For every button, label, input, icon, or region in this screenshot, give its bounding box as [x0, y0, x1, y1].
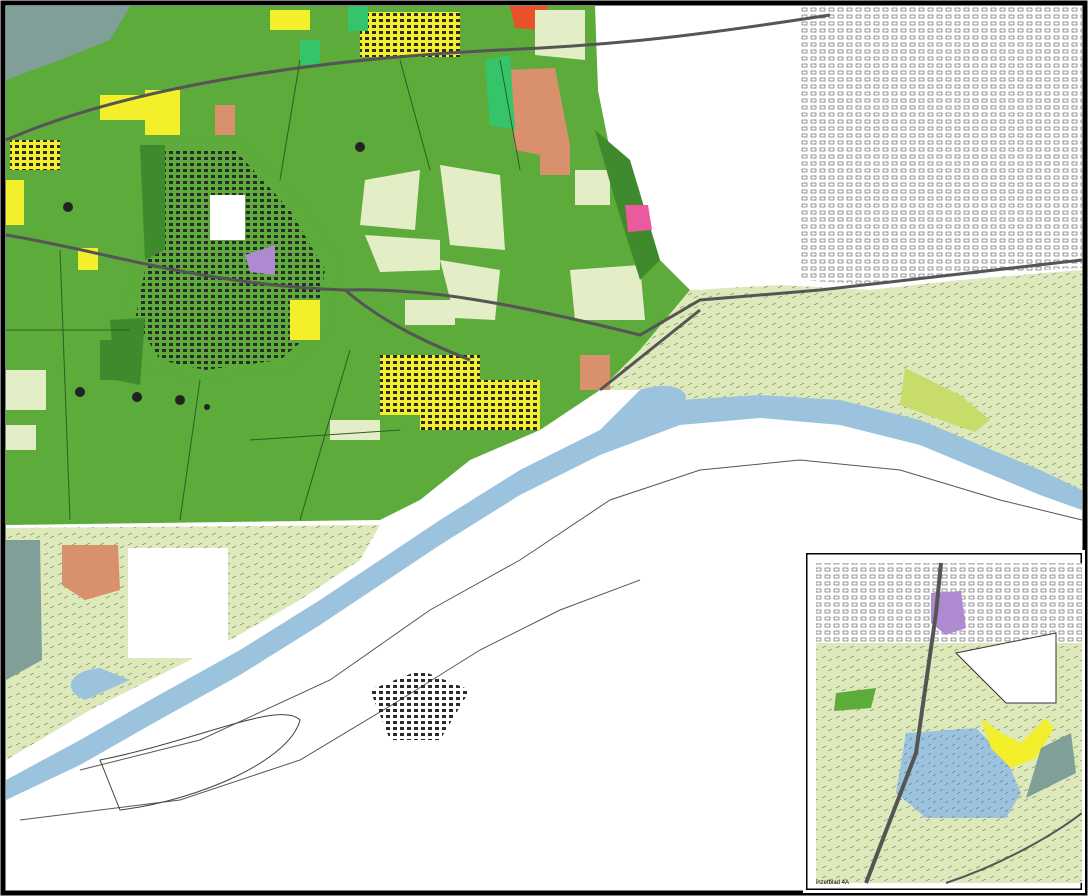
village-open-plot: [210, 195, 245, 240]
inset-caption: inzetblad 4A: [816, 880, 850, 886]
inset-map: [806, 553, 1082, 890]
special-pink-plot: [625, 205, 652, 232]
white-plot: [128, 548, 228, 658]
grey-water-west: [6, 540, 42, 680]
dense-city-blocks: [800, 6, 1082, 285]
